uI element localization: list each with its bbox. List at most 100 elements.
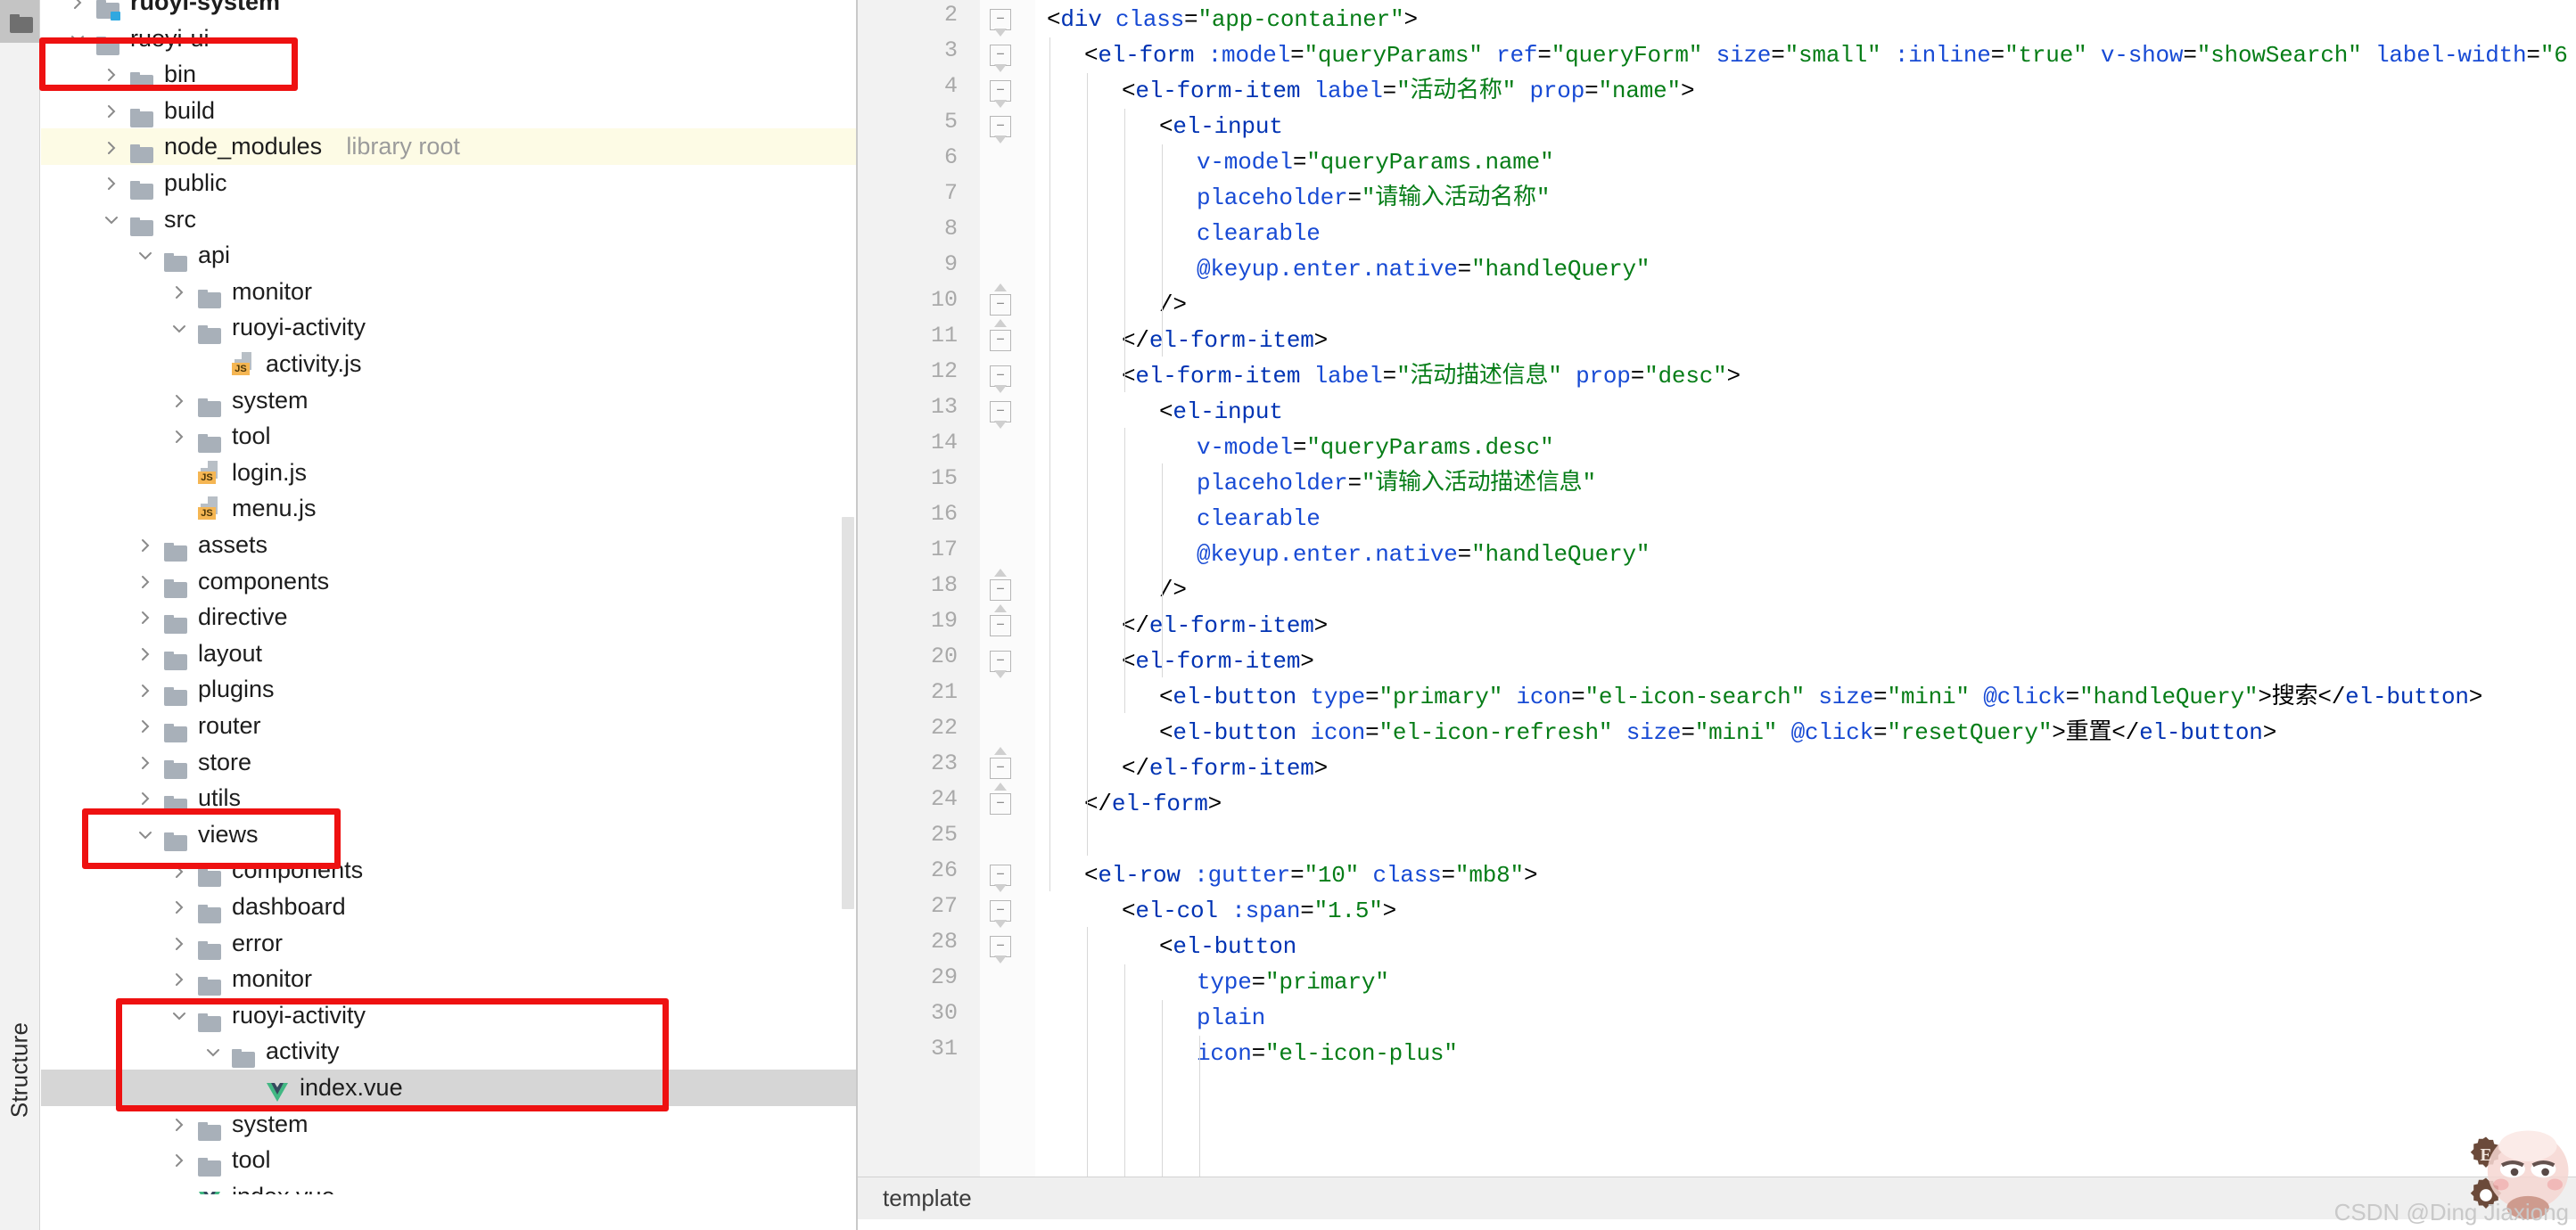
chevron-down-icon[interactable] [202, 1033, 225, 1070]
code-line[interactable]: <el-form-item> [1122, 644, 1314, 679]
tree-item-router[interactable]: router [41, 708, 856, 744]
code-line[interactable]: v-model="queryParams.desc" [1197, 430, 1553, 465]
chevron-right-icon[interactable] [66, 0, 89, 20]
code-line[interactable]: placeholder="请输入活动描述信息" [1197, 465, 1596, 501]
chevron-right-icon[interactable] [134, 636, 157, 672]
project-file-tree[interactable]: ruoyi-systemruoyi-uibinbuildnode_modules… [41, 0, 856, 1194]
tree-item-src[interactable]: src [41, 201, 856, 238]
tree-item-components[interactable]: components [41, 852, 856, 889]
code-fold-toggle[interactable]: – [990, 651, 1011, 672]
tree-item-bin[interactable]: bin [41, 56, 856, 93]
tree-item-public[interactable]: public [41, 165, 856, 201]
code-line[interactable]: type="primary" [1197, 964, 1389, 1000]
tree-item-tool[interactable]: tool [41, 1142, 856, 1178]
code-line[interactable]: @keyup.enter.native="handleQuery" [1197, 251, 1650, 287]
code-line[interactable]: /> [1159, 287, 1187, 323]
tree-item-components[interactable]: components [41, 563, 856, 600]
code-line[interactable]: <el-form :model="queryParams" ref="query… [1084, 37, 2568, 73]
chevron-right-icon[interactable] [168, 1142, 191, 1178]
code-line[interactable]: clearable [1197, 216, 1321, 251]
code-line[interactable]: </el-form> [1084, 786, 1222, 822]
tree-item-ruoyi-activity[interactable]: ruoyi-activity [41, 997, 856, 1034]
code-fold-toggle[interactable]: – [990, 865, 1011, 886]
code-line[interactable]: clearable [1197, 501, 1321, 537]
code-fold-toggle[interactable]: – [990, 401, 1011, 422]
code-fold-toggle[interactable]: – [990, 579, 1011, 601]
chevron-down-icon[interactable] [100, 201, 123, 238]
tree-item-monitor[interactable]: monitor [41, 274, 856, 310]
chevron-down-icon[interactable] [168, 309, 191, 346]
tree-item-tool[interactable]: tool [41, 418, 856, 455]
tree-item-directive[interactable]: directive [41, 599, 856, 636]
code-line[interactable]: <el-button icon="el-icon-refresh" size="… [1159, 715, 2276, 750]
tree-item-dashboard[interactable]: dashboard [41, 889, 856, 925]
chevron-right-icon[interactable] [168, 274, 191, 310]
code-line[interactable]: placeholder="请输入活动名称" [1197, 180, 1550, 216]
code-line[interactable]: <el-button type="primary" icon="el-icon-… [1159, 679, 2482, 715]
chevron-right-icon[interactable] [168, 925, 191, 962]
tree-item-system[interactable]: system [41, 1106, 856, 1143]
chevron-right-icon[interactable] [134, 527, 157, 563]
code-fold-toggle[interactable]: – [990, 615, 1011, 636]
tree-item-assets[interactable]: assets [41, 527, 856, 563]
tree-item-layout[interactable]: layout [41, 636, 856, 672]
chevron-right-icon[interactable] [134, 744, 157, 781]
chevron-right-icon[interactable] [134, 563, 157, 600]
code-fold-toggle[interactable]: – [990, 294, 1011, 316]
code-fold-toggle[interactable]: – [990, 80, 1011, 102]
project-view-toggle[interactable] [0, 0, 39, 43]
tree-item-node_modules[interactable]: node_moduleslibrary root [41, 128, 856, 165]
code-fold-toggle[interactable]: – [990, 758, 1011, 779]
chevron-down-icon[interactable] [134, 816, 157, 853]
tree-item-error[interactable]: error [41, 925, 856, 962]
tree-item-index-vue[interactable]: index.vue [41, 1178, 856, 1194]
code-line[interactable]: /> [1159, 572, 1187, 608]
chevron-down-icon[interactable] [134, 237, 157, 274]
tree-item-ruoyi-system[interactable]: ruoyi-system [41, 0, 856, 20]
code-line[interactable]: <el-row :gutter="10" class="mb8"> [1084, 857, 1537, 893]
code-line[interactable]: <el-form-item label="活动名称" prop="name"> [1122, 73, 1694, 109]
code-editor[interactable]: <div class="app-container"><el-form :mod… [858, 0, 2576, 1230]
chevron-down-icon[interactable] [168, 997, 191, 1034]
tree-item-activity[interactable]: activity [41, 1033, 856, 1070]
code-line[interactable]: </el-form-item> [1122, 750, 1328, 786]
chevron-right-icon[interactable] [134, 708, 157, 744]
chevron-right-icon[interactable] [100, 56, 123, 93]
breadcrumb-template[interactable]: template [883, 1185, 972, 1212]
tree-item-build[interactable]: build [41, 93, 856, 129]
tree-item-login-js[interactable]: JSlogin.js [41, 455, 856, 491]
tree-item-activity-js[interactable]: JSactivity.js [41, 346, 856, 382]
chevron-right-icon[interactable] [134, 599, 157, 636]
chevron-down-icon[interactable] [66, 20, 89, 57]
tree-item-store[interactable]: store [41, 744, 856, 781]
tree-item-index-vue[interactable]: index.vue [41, 1070, 856, 1106]
code-line[interactable]: </el-form-item> [1122, 323, 1328, 358]
code-line[interactable]: plain [1197, 1000, 1265, 1036]
tree-vertical-scrollbar[interactable] [842, 517, 854, 909]
code-line[interactable]: v-model="queryParams.name" [1197, 144, 1553, 180]
code-fold-toggle[interactable]: – [990, 936, 1011, 957]
chevron-right-icon[interactable] [168, 852, 191, 889]
chevron-right-icon[interactable] [168, 889, 191, 925]
tree-item-ruoyi-ui[interactable]: ruoyi-ui [41, 20, 856, 57]
code-fold-toggle[interactable]: – [990, 330, 1011, 351]
chevron-right-icon[interactable] [168, 382, 191, 419]
code-line[interactable]: <el-form-item label="活动描述信息" prop="desc"… [1122, 358, 1741, 394]
tree-item-utils[interactable]: utils [41, 780, 856, 816]
code-fold-toggle[interactable]: – [990, 45, 1011, 66]
code-fold-toggle[interactable]: – [990, 900, 1011, 922]
code-fold-toggle[interactable]: – [990, 116, 1011, 137]
chevron-right-icon[interactable] [168, 418, 191, 455]
code-line[interactable]: <div class="app-container"> [1047, 2, 1418, 37]
chevron-right-icon[interactable] [100, 93, 123, 129]
chevron-right-icon[interactable] [134, 780, 157, 816]
structure-tool-tab[interactable]: Structure [2, 963, 37, 1185]
chevron-right-icon[interactable] [168, 1106, 191, 1143]
code-line[interactable]: </el-form-item> [1122, 608, 1328, 644]
code-line[interactable]: icon="el-icon-plus" [1197, 1036, 1458, 1071]
tree-item-menu-js[interactable]: JSmenu.js [41, 490, 856, 527]
code-fold-toggle[interactable]: – [990, 793, 1011, 815]
code-line[interactable]: <el-button [1159, 929, 1296, 964]
code-line[interactable]: <el-col :span="1.5"> [1122, 893, 1396, 929]
chevron-right-icon[interactable] [100, 128, 123, 165]
